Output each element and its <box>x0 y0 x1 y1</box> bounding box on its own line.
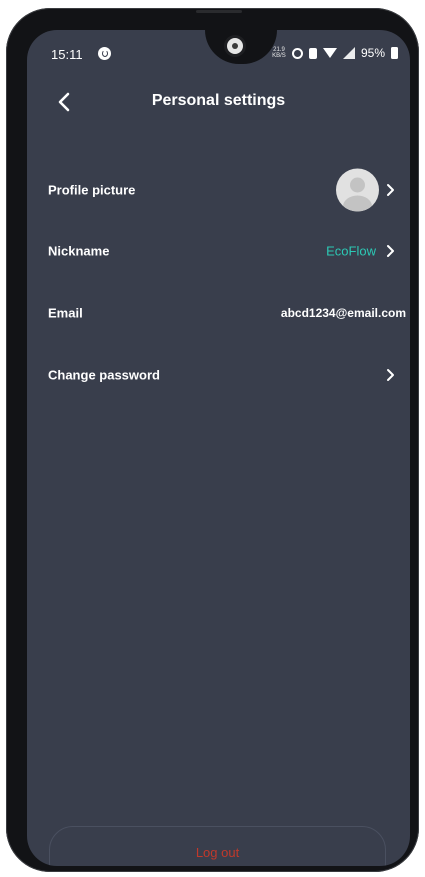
network-speed: 21.9 KB/S <box>272 47 286 59</box>
status-bar: 15:11 21.9 KB/S 95% <box>27 30 410 72</box>
wifi-icon <box>322 48 337 58</box>
notification-icon <box>98 47 111 60</box>
profile-picture-row[interactable]: Profile picture <box>27 168 410 212</box>
avatar <box>336 168 379 212</box>
page-title: Personal settings <box>151 92 286 109</box>
alarm-icon <box>291 47 303 59</box>
battery-percentage: 95% <box>360 46 385 60</box>
vibrate-icon <box>308 47 317 59</box>
email-value: abcd1234@email.com <box>280 306 406 320</box>
email-label: Email <box>48 305 83 321</box>
battery-icon <box>391 47 398 59</box>
chevron-right-icon <box>387 369 394 381</box>
profile-picture-label: Profile picture <box>48 182 136 198</box>
chevron-right-icon <box>387 245 394 257</box>
app-screen: 15:11 21.9 KB/S 95% Personal settings Pr… <box>27 30 410 866</box>
change-password-row[interactable]: Change password <box>27 353 410 397</box>
logout-label: Log out <box>195 845 240 860</box>
phone-frame: 15:11 21.9 KB/S 95% Personal settings Pr… <box>6 8 419 872</box>
email-row: Email abcd1234@email.com <box>27 291 410 335</box>
front-camera-icon <box>227 38 243 54</box>
app-header: Personal settings <box>27 86 410 118</box>
nickname-row[interactable]: Nickname EcoFlow <box>27 229 410 273</box>
phone-earpiece <box>196 10 242 13</box>
nickname-label: Nickname <box>48 243 110 259</box>
cell-signal-icon <box>342 47 355 59</box>
nickname-value: EcoFlow <box>326 243 376 259</box>
network-speed-unit: KB/S <box>272 53 286 59</box>
logout-button[interactable]: Log out <box>49 826 386 866</box>
status-icons: 21.9 KB/S 95% <box>272 44 398 62</box>
status-time: 15:11 <box>51 47 83 62</box>
chevron-right-icon <box>387 184 394 196</box>
change-password-label: Change password <box>48 367 160 383</box>
